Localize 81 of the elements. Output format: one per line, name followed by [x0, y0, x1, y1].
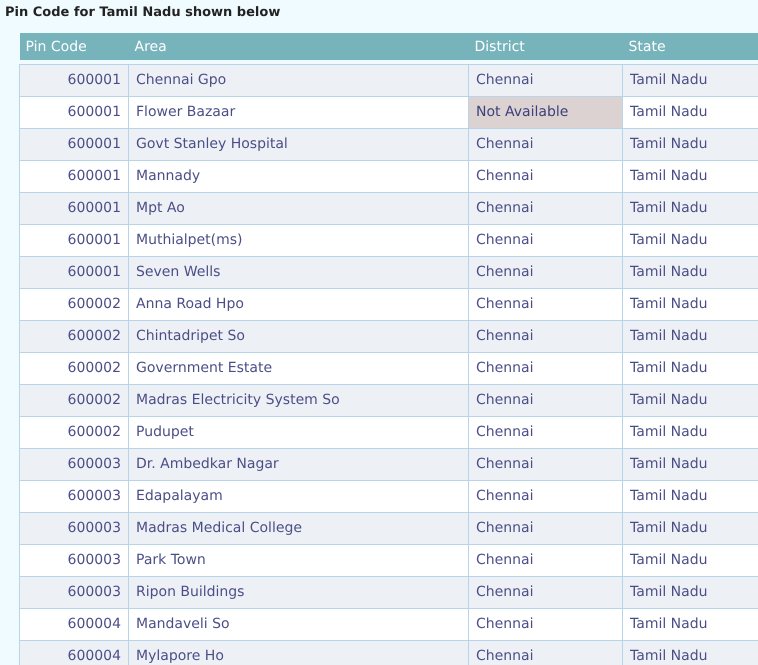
state-cell: Tamil Nadu [622, 96, 758, 128]
area-cell: Flower Bazaar [128, 96, 468, 128]
area-cell: Mandaveli So [128, 608, 468, 640]
area-cell: Seven Wells [128, 256, 468, 288]
column-header: Pin Code [20, 33, 128, 60]
pin-code-cell: 600001 [20, 256, 128, 288]
state-cell: Tamil Nadu [622, 512, 758, 544]
pin-code-cell: 600003 [20, 512, 128, 544]
state-cell: Tamil Nadu [622, 224, 758, 256]
area-cell: Chintadripet So [128, 320, 468, 352]
pin-code-cell: 600001 [20, 128, 128, 160]
state-cell: Tamil Nadu [622, 64, 758, 96]
district-cell: Chennai [468, 480, 622, 512]
area-cell: Anna Road Hpo [128, 288, 468, 320]
state-cell: Tamil Nadu [622, 288, 758, 320]
area-cell: Park Town [128, 544, 468, 576]
area-cell: Madras Electricity System So [128, 384, 468, 416]
area-cell: Ripon Buildings [128, 576, 468, 608]
district-cell: Chennai [468, 160, 622, 192]
pin-code-cell: 600001 [20, 192, 128, 224]
pin-code-cell: 600002 [20, 384, 128, 416]
pin-code-cell: 600003 [20, 480, 128, 512]
district-cell: Chennai [468, 640, 622, 665]
state-cell: Tamil Nadu [622, 160, 758, 192]
area-cell: Madras Medical College [128, 512, 468, 544]
state-cell: Tamil Nadu [622, 128, 758, 160]
pin-code-cell: 600002 [20, 416, 128, 448]
district-cell: Chennai [468, 192, 622, 224]
area-cell: Mpt Ao [128, 192, 468, 224]
district-cell: Chennai [468, 448, 622, 480]
pin-code-cell: 600004 [20, 640, 128, 665]
area-cell: Muthialpet(ms) [128, 224, 468, 256]
state-cell: Tamil Nadu [622, 256, 758, 288]
pin-code-cell: 600004 [20, 608, 128, 640]
area-cell: Mannady [128, 160, 468, 192]
district-cell: Chennai [468, 128, 622, 160]
column-header: Area [128, 33, 468, 60]
state-cell: Tamil Nadu [622, 576, 758, 608]
page-heading: Pin Code for Tamil Nadu shown below [4, 4, 282, 22]
state-cell: Tamil Nadu [622, 192, 758, 224]
area-cell: Govt Stanley Hospital [128, 128, 468, 160]
pin-code-cell: 600003 [20, 448, 128, 480]
column-header: State [622, 33, 758, 60]
pin-code-cell: 600002 [20, 352, 128, 384]
district-cell: Chennai [468, 320, 622, 352]
pin-code-cell: 600003 [20, 544, 128, 576]
area-cell: Dr. Ambedkar Nagar [128, 448, 468, 480]
district-cell: Chennai [468, 416, 622, 448]
district-cell: Chennai [468, 224, 622, 256]
district-cell: Chennai [468, 512, 622, 544]
pin-code-cell: 600001 [20, 96, 128, 128]
column-header: District [468, 33, 622, 60]
district-cell: Chennai [468, 544, 622, 576]
pin-code-cell: 600003 [20, 576, 128, 608]
area-cell: Pudupet [128, 416, 468, 448]
district-cell: Chennai [468, 288, 622, 320]
state-cell: Tamil Nadu [622, 640, 758, 665]
state-cell: Tamil Nadu [622, 544, 758, 576]
area-cell: Edapalayam [128, 480, 468, 512]
district-cell: Chennai [468, 576, 622, 608]
state-cell: Tamil Nadu [622, 480, 758, 512]
area-cell: Mylapore Ho [128, 640, 468, 665]
district-cell: Chennai [468, 352, 622, 384]
district-cell: Chennai [468, 64, 622, 96]
district-cell: Chennai [468, 608, 622, 640]
state-cell: Tamil Nadu [622, 416, 758, 448]
area-cell: Government Estate [128, 352, 468, 384]
pin-code-cell: 600001 [20, 224, 128, 256]
state-cell: Tamil Nadu [622, 448, 758, 480]
state-cell: Tamil Nadu [622, 352, 758, 384]
district-cell: Chennai [468, 256, 622, 288]
state-cell: Tamil Nadu [622, 320, 758, 352]
pin-code-cell: 600002 [20, 288, 128, 320]
pin-code-cell: 600001 [20, 64, 128, 96]
state-cell: Tamil Nadu [622, 384, 758, 416]
pin-code-cell: 600001 [20, 160, 128, 192]
area-cell: Chennai Gpo [128, 64, 468, 96]
state-cell: Tamil Nadu [622, 608, 758, 640]
district-cell: Chennai [468, 384, 622, 416]
pin-code-cell: 600002 [20, 320, 128, 352]
district-cell: Not Available [468, 96, 622, 128]
